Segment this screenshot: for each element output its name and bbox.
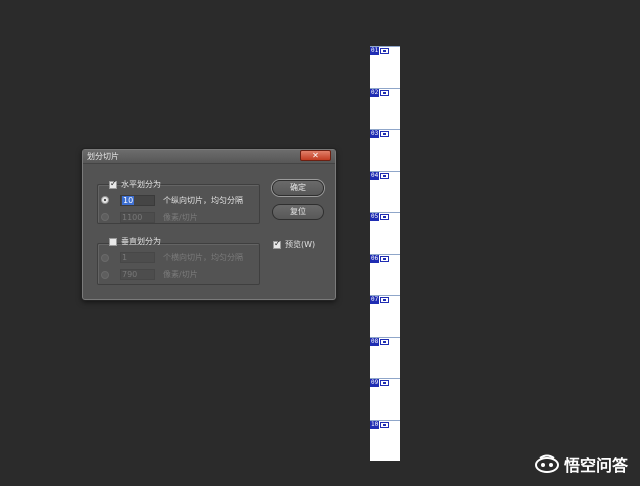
slice-number: 03 xyxy=(370,130,380,138)
vertical-count-field[interactable]: 1 xyxy=(120,252,155,263)
dialog-titlebar[interactable]: 划分切片 ✕ xyxy=(83,150,335,164)
watermark: 悟空问答 xyxy=(534,452,628,476)
horizontal-count-radio[interactable] xyxy=(101,196,109,204)
slice-tag: 01 xyxy=(370,47,390,55)
image-slice-icon xyxy=(380,380,390,386)
slice-tag: 03 xyxy=(370,130,390,138)
slice-01[interactable]: 01 xyxy=(370,46,400,87)
slice-08[interactable]: 08 xyxy=(370,336,400,378)
reset-button[interactable]: 复位 xyxy=(272,204,324,220)
preview-checkbox[interactable] xyxy=(273,239,281,249)
horizontal-pixels-label: 像素/切片 xyxy=(163,213,198,222)
slice-number: 01 xyxy=(370,47,380,55)
vertical-pixels-field[interactable]: 790 xyxy=(120,269,155,280)
image-slice-icon xyxy=(380,131,390,137)
image-slice-icon xyxy=(380,89,390,96)
slice-10[interactable]: 10 xyxy=(370,419,400,461)
slice-03[interactable]: 03 xyxy=(370,129,400,170)
image-slice-icon xyxy=(380,48,390,54)
horizontal-label: 水平划分为 xyxy=(121,180,161,189)
slice-tag: 10 xyxy=(370,420,390,429)
slice-09[interactable]: 09 xyxy=(370,378,400,419)
image-slice-icon xyxy=(380,214,390,220)
wukong-logo-icon xyxy=(534,454,559,473)
horizontal-pixels-radio[interactable] xyxy=(101,213,109,221)
close-button[interactable]: ✕ xyxy=(300,150,331,161)
ok-button[interactable]: 确定 xyxy=(272,180,324,196)
slice-04[interactable]: 04 xyxy=(370,170,400,212)
slice-tag: 07 xyxy=(370,296,390,304)
slice-07[interactable]: 07 xyxy=(370,295,400,336)
slice-tag: 05 xyxy=(370,213,390,221)
image-slice-icon xyxy=(380,255,390,262)
slice-tag: 08 xyxy=(370,337,390,346)
slice-tag: 06 xyxy=(370,254,390,263)
vertical-count-radio[interactable] xyxy=(101,254,109,262)
image-slice-icon xyxy=(380,172,390,179)
slice-number: 09 xyxy=(370,379,380,387)
watermark-text: 悟空问答 xyxy=(563,456,628,475)
horizontal-checkbox[interactable] xyxy=(109,179,117,189)
slice-preview-strip: 01 02 03 04 05 06 07 08 09 10 xyxy=(370,46,400,461)
slice-number: 04 xyxy=(370,171,380,180)
close-icon: ✕ xyxy=(312,151,319,160)
horizontal-pixels-field[interactable]: 1100 xyxy=(120,212,155,223)
preview-label: 预览(W) xyxy=(285,240,316,249)
slice-number: 07 xyxy=(370,296,380,304)
slice-tag: 02 xyxy=(370,88,390,97)
image-slice-icon xyxy=(380,338,390,345)
slice-tag: 09 xyxy=(370,379,390,387)
vertical-pixels-label: 像素/切片 xyxy=(163,270,198,279)
image-slice-icon xyxy=(380,297,390,303)
slice-02[interactable]: 02 xyxy=(370,87,400,129)
slice-number: 05 xyxy=(370,213,380,221)
vertical-count-label: 个横向切片，均匀分隔 xyxy=(163,253,243,262)
horizontal-count-label: 个纵向切片，均匀分隔 xyxy=(163,196,243,205)
slice-number: 08 xyxy=(370,337,380,346)
slice-number: 06 xyxy=(370,254,380,263)
slice-05[interactable]: 05 xyxy=(370,212,400,253)
vertical-checkbox[interactable] xyxy=(109,238,117,246)
vertical-label: 垂直划分为 xyxy=(121,237,161,246)
divide-slice-dialog: 划分切片 ✕ 水平划分为 10 个纵向切片，均匀分隔 1100 像素/切片 垂直… xyxy=(82,149,336,300)
slice-number: 10 xyxy=(370,420,380,429)
image-slice-icon xyxy=(380,421,390,428)
slice-06[interactable]: 06 xyxy=(370,253,400,295)
dialog-title: 划分切片 xyxy=(87,152,119,161)
horizontal-count-field[interactable]: 10 xyxy=(120,195,155,206)
slice-number: 02 xyxy=(370,88,380,97)
slice-tag: 04 xyxy=(370,171,390,180)
vertical-pixels-radio[interactable] xyxy=(101,271,109,279)
